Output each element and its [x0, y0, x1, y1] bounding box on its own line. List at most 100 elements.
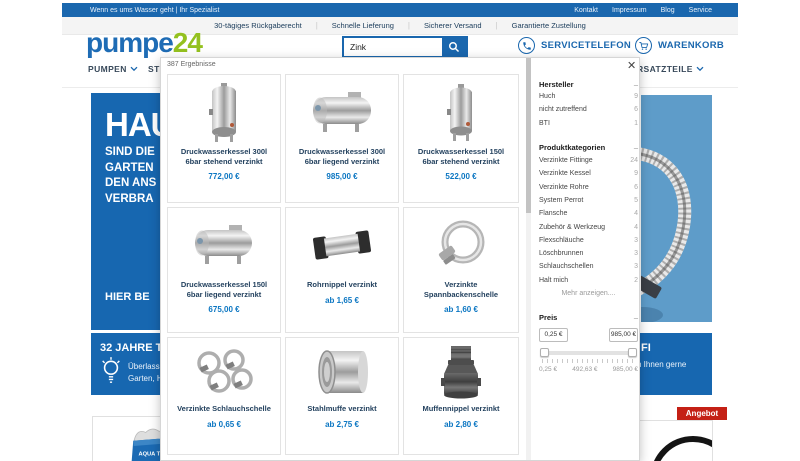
- logo[interactable]: pumpe24: [86, 28, 202, 58]
- product-title: Stahlmuffe verzinkt: [301, 404, 382, 414]
- filter-option-label: Flansche: [539, 210, 567, 217]
- filter-option-label: Verzinkte Fittinge: [539, 157, 593, 164]
- side-banner-flex-hose[interactable]: [641, 95, 712, 322]
- cart-icon: [635, 37, 652, 54]
- trust-banner-text: Überlasse Garten, H: [128, 361, 164, 385]
- service-phone-button[interactable]: SERVICETELEFON: [518, 37, 631, 54]
- product-card[interactable]: Verzinkte Schlauchschelle ab 0,65 €: [167, 337, 281, 455]
- product-title: Druckwasserkessel 300l 6bar stehend verz…: [168, 147, 280, 166]
- topbar-link-impressum[interactable]: Impressum: [612, 7, 647, 14]
- filter-option-label: BTI: [539, 120, 550, 127]
- filter-option-label: Schlauchschellen: [539, 263, 593, 270]
- nav-item-truncated[interactable]: ST: [148, 64, 160, 74]
- price-max-input[interactable]: 985,00 €: [609, 328, 638, 342]
- filter-option-label: System Perrot: [539, 197, 583, 204]
- product-image-clamp-ring: [433, 213, 489, 277]
- product-price: ab 1,65 €: [325, 296, 359, 305]
- product-title: Rohrnippel verzinkt: [301, 280, 383, 290]
- usp-item: 30-tägiges Rückgaberecht: [200, 21, 316, 30]
- price-slider-track[interactable]: [542, 351, 635, 355]
- product-card[interactable]: Stahlmuffe verzinkt ab 2,75 €: [285, 337, 399, 455]
- topbar-link-kontakt[interactable]: Kontakt: [574, 7, 598, 14]
- product-grid: Druckwasserkessel 300l 6bar stehend verz…: [167, 74, 519, 455]
- usp-item: Schnelle Lieferung: [318, 21, 408, 30]
- filter-option[interactable]: Verzinkte Rohre 6: [539, 180, 638, 193]
- filter-option-count: 6: [634, 106, 638, 113]
- filter-option-count: 3: [634, 250, 638, 257]
- nav-item-pumpen[interactable]: PUMPEN: [88, 64, 138, 74]
- collapse-icon[interactable]: –: [634, 80, 638, 89]
- search-icon: [448, 41, 460, 53]
- filter-option[interactable]: Flansche 4: [539, 207, 638, 220]
- show-more-link[interactable]: Mehr anzeigen....: [539, 290, 638, 302]
- product-card[interactable]: Druckwasserkessel 150l 6bar liegend verz…: [167, 207, 281, 333]
- usp-item: Garantierte Zustellung: [498, 21, 600, 30]
- product-title: Verzinkte Schlauchschelle: [171, 404, 277, 414]
- price-slider-ticks: [542, 359, 635, 363]
- filter-section-title: Produktkategorien: [539, 143, 605, 152]
- filter-option[interactable]: Löschbrunnen 3: [539, 247, 638, 260]
- collapse-icon[interactable]: –: [634, 313, 638, 322]
- product-card[interactable]: Druckwasserkessel 300l 6bar stehend verz…: [167, 74, 281, 203]
- price-slider-handle-min[interactable]: [540, 348, 549, 357]
- search-input[interactable]: [344, 38, 442, 56]
- product-image-pipe-nipple: [312, 213, 372, 277]
- logo-text-pumpe: pumpe: [86, 27, 173, 58]
- product-price: ab 0,65 €: [207, 420, 241, 429]
- product-title: Druckwasserkessel 150l 6bar liegend verz…: [168, 280, 280, 299]
- product-title: Druckwasserkessel 300l 6bar liegend verz…: [286, 147, 398, 166]
- price-scale-min: 0,25 €: [539, 366, 557, 373]
- product-card[interactable]: Muffennippel verzinkt ab 2,80 €: [403, 337, 519, 455]
- filter-option-count: 5: [634, 197, 638, 204]
- filter-option[interactable]: BTI 1: [539, 117, 638, 130]
- hero-line: GARTEN: [105, 161, 156, 177]
- filter-option-count: 4: [634, 224, 638, 231]
- filter-option-count: 3: [634, 263, 638, 270]
- price-slider-handle-max[interactable]: [628, 348, 637, 357]
- filter-option-count: 3: [634, 237, 638, 244]
- product-price: 675,00 €: [208, 305, 239, 314]
- hero-cta-link[interactable]: HIER BE: [105, 291, 150, 303]
- filter-option-label: Flexschläuche: [539, 237, 584, 244]
- overlay-scrollbar-thumb[interactable]: [526, 58, 531, 213]
- filter-option[interactable]: Schlauchschellen 3: [539, 260, 638, 273]
- phone-icon: [518, 37, 535, 54]
- topbar-link-blog[interactable]: Blog: [661, 7, 675, 14]
- filter-option[interactable]: Halt mich 2: [539, 274, 638, 287]
- filter-option-label: Huch: [539, 93, 555, 100]
- filter-section-kategorien: Produktkategorien –: [539, 142, 638, 154]
- overlay-scrollbar: [526, 58, 531, 460]
- filter-option-count: 9: [634, 93, 638, 100]
- service-phone-label: SERVICETELEFON: [541, 40, 631, 51]
- hero-line: DEN ANS: [105, 176, 156, 192]
- product-card[interactable]: Druckwasserkessel 300l 6bar liegend verz…: [285, 74, 399, 203]
- search-button[interactable]: [442, 38, 466, 56]
- filter-option[interactable]: System Perrot 5: [539, 194, 638, 207]
- hero-subtext: SIND DIE GARTEN DEN ANS VERBRA: [105, 145, 156, 207]
- product-card[interactable]: Druckwasserkessel 150l 6bar stehend verz…: [403, 74, 519, 203]
- product-title: Verzinkte Spannbackenschelle: [404, 280, 518, 299]
- filter-option[interactable]: Zubehör & Werkzeug 4: [539, 220, 638, 233]
- cart-button[interactable]: WARENKORB: [635, 37, 724, 54]
- product-card-hose-coil[interactable]: [637, 420, 713, 461]
- price-min-input[interactable]: 0,25 €: [539, 328, 568, 342]
- filter-option[interactable]: Flexschläuche 3: [539, 234, 638, 247]
- nav-item-ersatzteile[interactable]: RSATZTEILE: [637, 64, 704, 74]
- filter-option-label: Halt mich: [539, 277, 568, 284]
- product-image-hose-coil: [638, 421, 713, 461]
- product-price: 772,00 €: [208, 172, 239, 181]
- product-card[interactable]: Rohrnippel verzinkt ab 1,65 €: [285, 207, 399, 333]
- trust-banner-line: Überlasse: [128, 361, 164, 373]
- topbar-link-service[interactable]: Service: [689, 7, 712, 14]
- filter-option[interactable]: Verzinkte Kessel 9: [539, 167, 638, 180]
- collapse-icon[interactable]: –: [634, 143, 638, 152]
- filter-option[interactable]: Huch 9: [539, 90, 638, 103]
- filter-option-count: 2: [634, 277, 638, 284]
- filter-option[interactable]: Verzinkte Fittinge 24: [539, 154, 638, 167]
- filter-option[interactable]: nicht zutreffend 6: [539, 103, 638, 116]
- product-card[interactable]: Verzinkte Spannbackenschelle ab 1,60 €: [403, 207, 519, 333]
- product-price: 522,00 €: [445, 172, 476, 181]
- usp-item: Sicherer Versand: [410, 21, 496, 30]
- filter-option-count: 6: [634, 184, 638, 191]
- product-image-reducer-fitting: [436, 343, 486, 401]
